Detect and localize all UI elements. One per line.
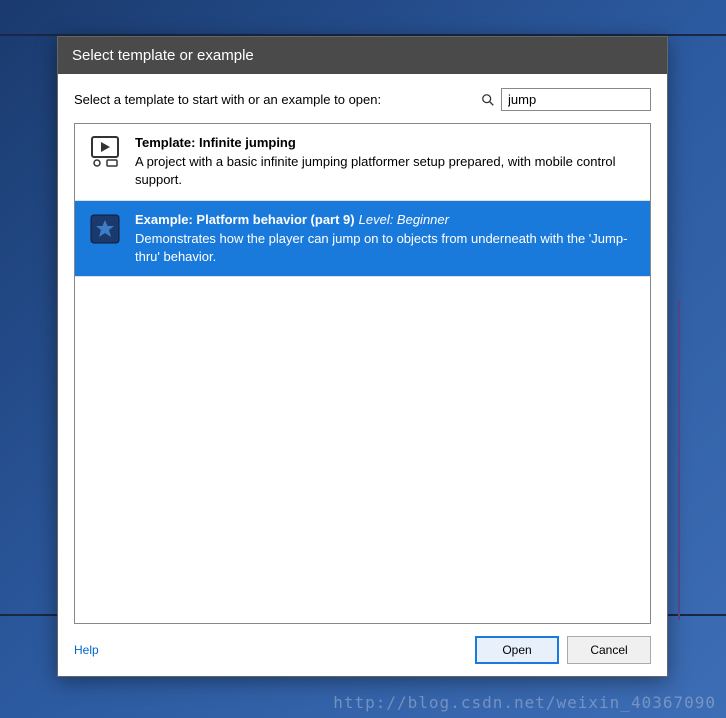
prompt-row: Select a template to start with or an ex… — [74, 88, 651, 111]
cancel-button[interactable]: Cancel — [567, 636, 651, 664]
item-level: Level: Beginner — [359, 212, 449, 227]
button-group: Open Cancel — [475, 636, 651, 664]
star-badge-icon — [87, 211, 123, 247]
item-content: Example: Platform behavior (part 9) Level… — [135, 211, 638, 267]
item-title: Template: Infinite jumping — [135, 135, 296, 150]
dialog-body: Select a template to start with or an ex… — [58, 74, 667, 676]
search-input[interactable] — [501, 88, 651, 111]
template-dialog: Select template or example Select a temp… — [57, 36, 668, 677]
list-item[interactable]: Example: Platform behavior (part 9) Level… — [75, 201, 650, 278]
search-wrap — [481, 88, 651, 111]
dialog-title: Select template or example — [58, 37, 667, 74]
item-content: Template: Infinite jumping A project wit… — [135, 134, 638, 190]
item-desc: Demonstrates how the player can jump on … — [135, 230, 638, 266]
item-desc: A project with a basic infinite jumping … — [135, 153, 638, 189]
list-item[interactable]: Template: Infinite jumping A project wit… — [75, 124, 650, 201]
item-title: Example: Platform behavior (part 9) — [135, 212, 355, 227]
prompt-text: Select a template to start with or an ex… — [74, 92, 381, 107]
play-device-icon — [87, 134, 123, 170]
template-list: Template: Infinite jumping A project wit… — [74, 123, 651, 624]
search-icon — [481, 93, 495, 107]
open-button[interactable]: Open — [475, 636, 559, 664]
help-link[interactable]: Help — [74, 643, 99, 657]
footer-row: Help Open Cancel — [74, 636, 651, 664]
watermark-text: http://blog.csdn.net/weixin_40367090 — [333, 693, 716, 712]
